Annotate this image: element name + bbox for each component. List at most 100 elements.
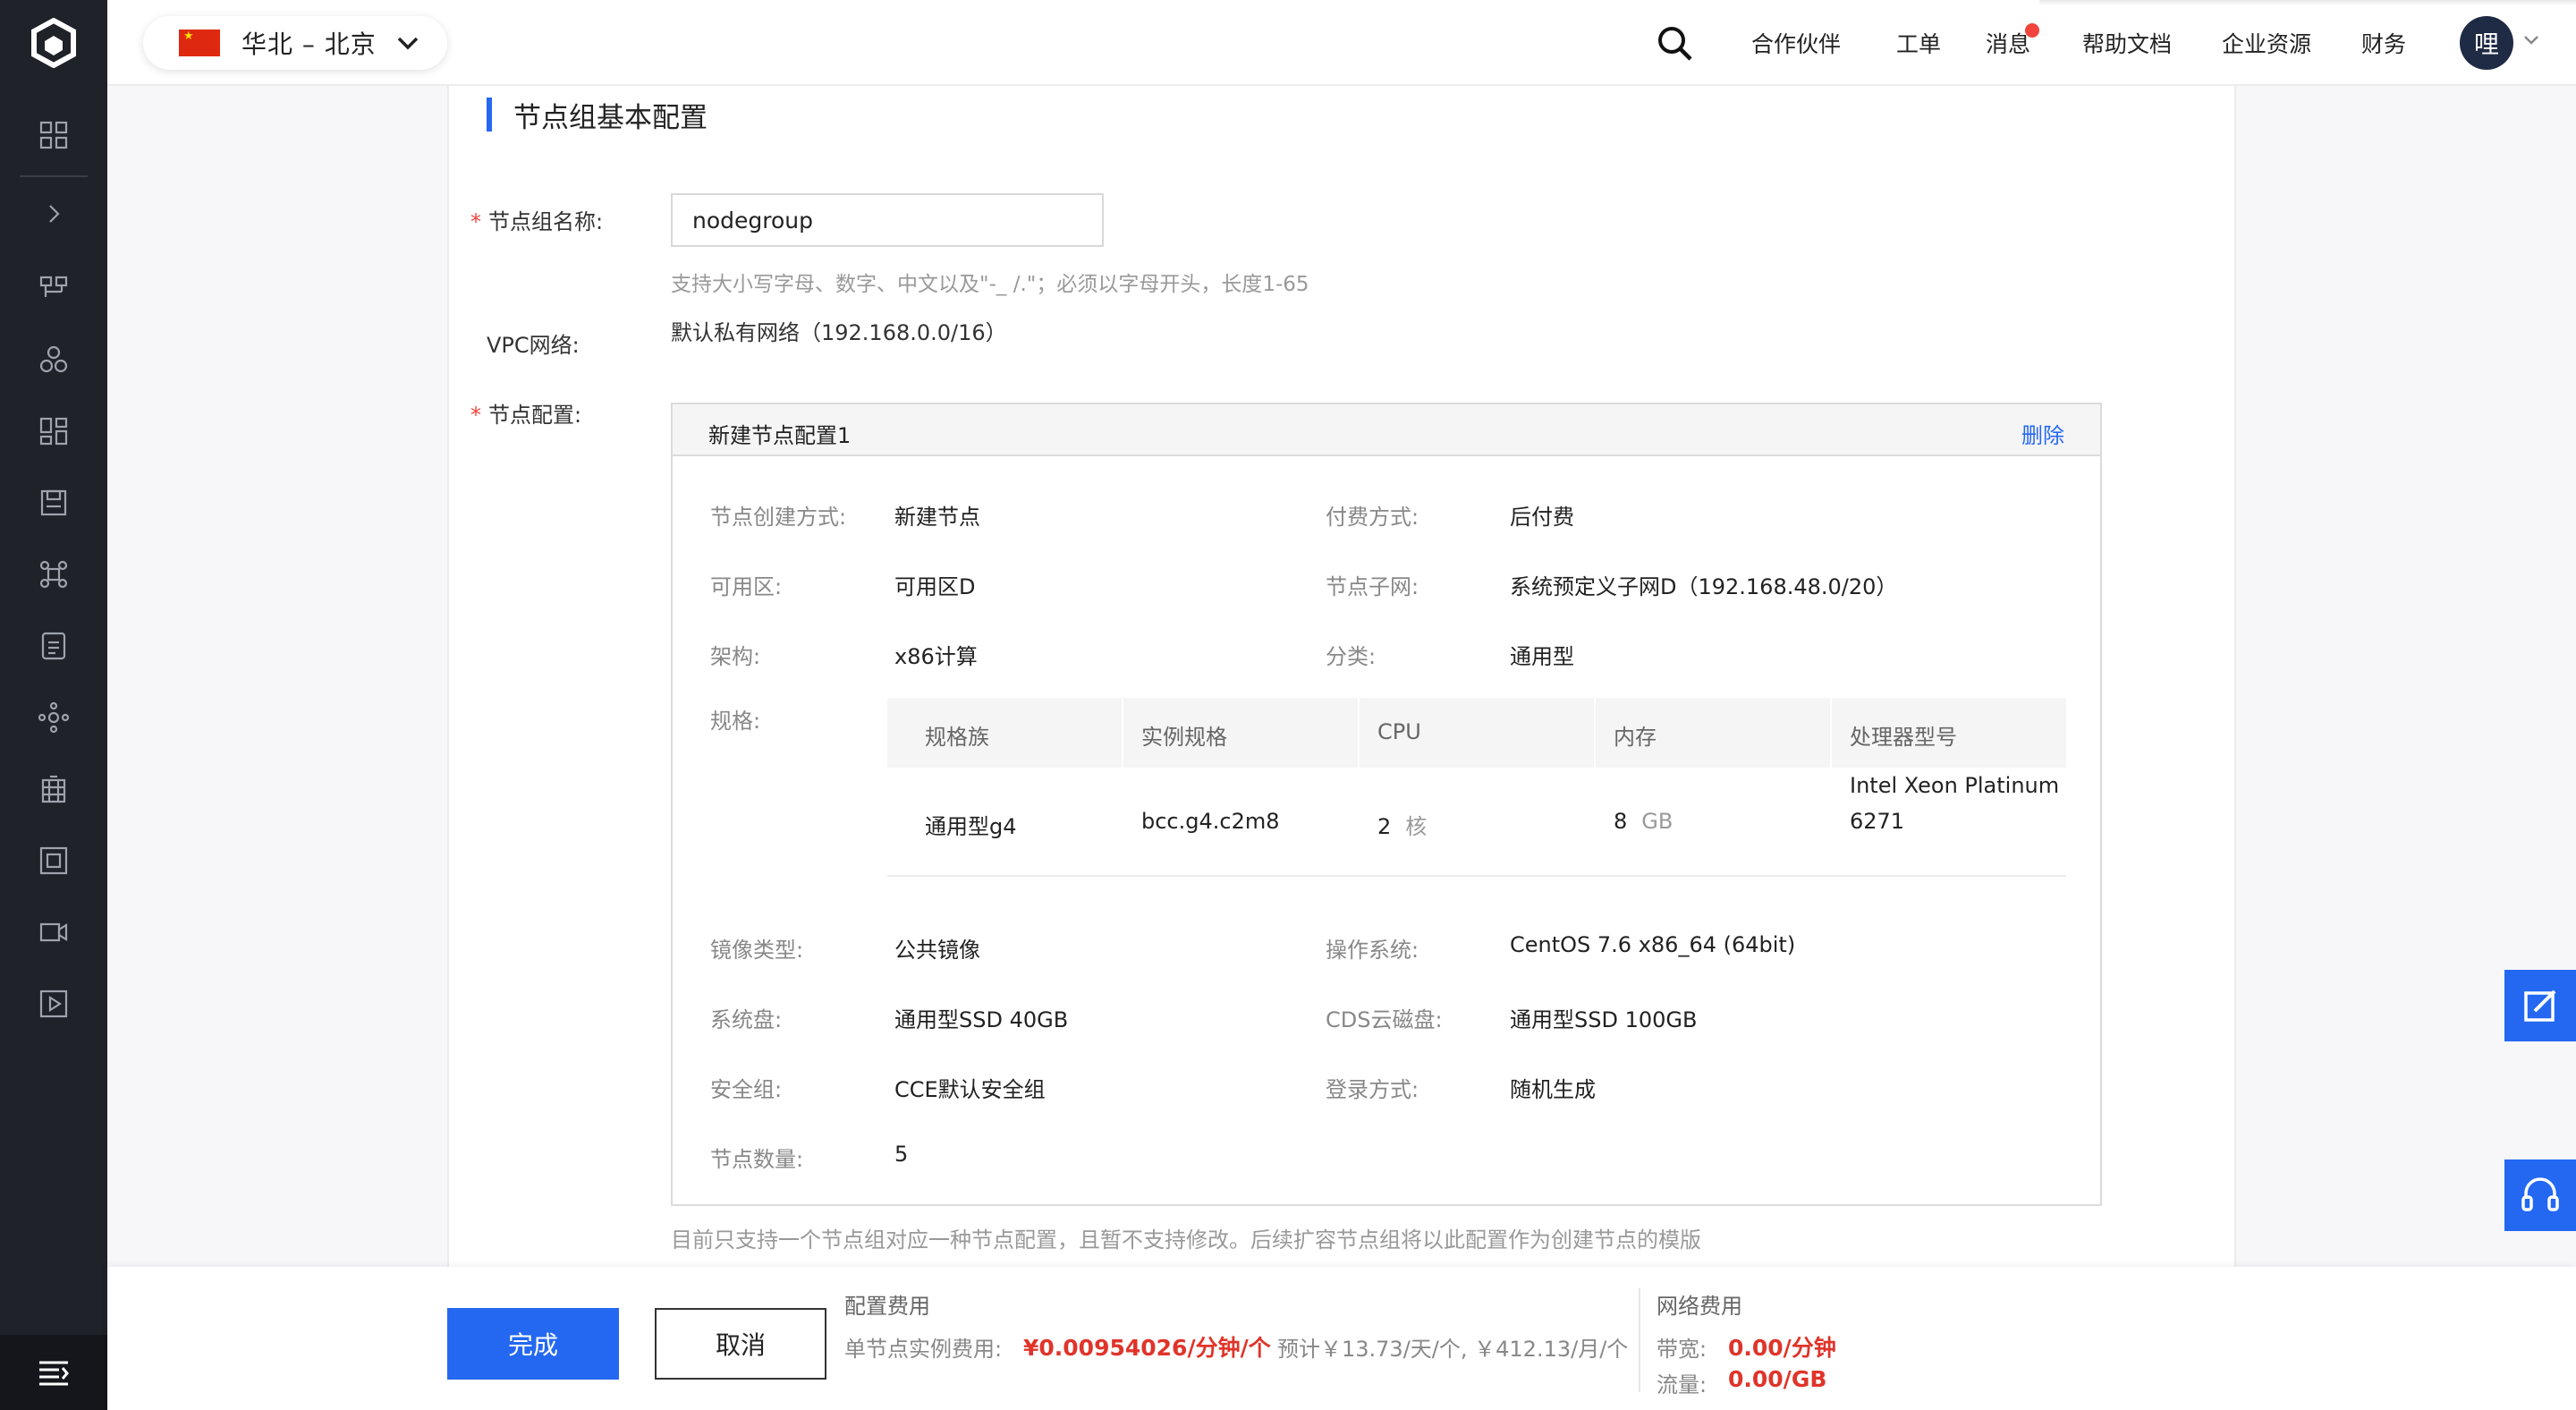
mesh-icon[interactable]	[32, 696, 75, 739]
vpc-label: VPC网络:	[487, 333, 580, 358]
logo-icon[interactable]	[0, 0, 107, 86]
cds-key: CDS云磁盘:	[1326, 1007, 1443, 1032]
count-key: 节点数量:	[710, 1147, 804, 1172]
os-value: CentOS 7.6 x86_64 (64bit)	[1510, 932, 1796, 957]
nav-partners[interactable]: 合作伙伴	[1751, 0, 1841, 86]
class-key: 分类:	[1326, 644, 1377, 669]
dashboard-icon[interactable]	[32, 114, 75, 157]
edit-icon	[2524, 990, 2556, 1022]
video-icon[interactable]	[32, 911, 75, 954]
divider	[1639, 1288, 1640, 1392]
create-mode-key: 节点创建方式:	[710, 505, 847, 530]
china-flag-icon	[179, 30, 220, 56]
apps-grid-icon[interactable]	[32, 410, 75, 453]
col-separator	[1122, 698, 1123, 768]
pay-key: 付费方式:	[1326, 505, 1419, 530]
image-value: 公共镜像	[894, 938, 980, 963]
spec-mem: 8 GB	[1614, 809, 1674, 834]
headset-icon	[2521, 1177, 2559, 1211]
create-mode-value: 新建节点	[894, 505, 980, 530]
node-config-card: 新建节点配置1 删除 节点创建方式: 新建节点 付费方式: 后付费 可用区: 可…	[671, 403, 2102, 1206]
nav-help-docs[interactable]: 帮助文档	[2082, 0, 2172, 86]
node-config-title: 新建节点配置1	[708, 423, 852, 448]
login-key: 登录方式:	[1326, 1077, 1419, 1102]
storage-icon[interactable]	[32, 481, 75, 524]
subnet-value: 系统预定义子网D（192.168.48.0/20）	[1510, 574, 1898, 599]
nav-messages[interactable]: 消息	[1986, 0, 2030, 86]
cluster-icon[interactable]	[32, 338, 75, 381]
sysdisk-key: 系统盘:	[710, 1007, 783, 1032]
subnet-key: 节点子网:	[1326, 574, 1419, 599]
nav-tickets[interactable]: 工单	[1896, 0, 1941, 86]
top-bar: 华北 – 北京 合作伙伴 工单 消息 帮助文档 企业资源 财务 哩	[107, 0, 2576, 86]
spec-cpu-model-line1: Intel Xeon Platinum	[1850, 773, 2060, 798]
node-config-header: 新建节点配置1 删除	[673, 404, 2100, 456]
search-icon[interactable]	[1655, 23, 1694, 63]
network-icon[interactable]	[32, 267, 75, 310]
bandwidth-label: 带宽:	[1657, 1337, 1707, 1362]
sidebar-divider	[20, 175, 88, 177]
login-value: 随机生成	[1510, 1077, 1596, 1102]
building-icon[interactable]	[32, 768, 75, 811]
sysdisk-value: 通用型SSD 40GB	[894, 1007, 1069, 1032]
left-sidebar	[0, 0, 107, 1410]
bandwidth-value: 0.00/分钟	[1728, 1335, 1836, 1361]
message-notification-dot	[2025, 23, 2039, 38]
col-separator	[1594, 698, 1596, 768]
cds-value: 通用型SSD 100GB	[1510, 1007, 1698, 1032]
region-label: 华北 – 北京	[242, 30, 377, 59]
avatar[interactable]: 哩	[2460, 16, 2513, 70]
nav-enterprise-resources[interactable]: 企业资源	[2222, 0, 2311, 86]
region-selector[interactable]: 华北 – 北京	[143, 16, 447, 70]
cancel-button[interactable]: 取消	[655, 1308, 826, 1380]
node-group-name-label: * 节点组名称:	[470, 209, 604, 234]
secgroup-value: CCE默认安全组	[894, 1077, 1046, 1102]
section-title: 节点组基本配置	[487, 97, 708, 134]
traffic-label: 流量:	[1657, 1372, 1707, 1397]
expand-chevron-icon[interactable]	[32, 192, 75, 235]
zone-key: 可用区:	[710, 574, 783, 599]
network-fee-title: 网络费用	[1657, 1294, 1742, 1319]
os-key: 操作系统:	[1326, 938, 1419, 963]
unit-price-label: 单节点实例费用:	[844, 1337, 1003, 1362]
nav-finance[interactable]: 财务	[2361, 0, 2406, 86]
divider	[887, 875, 2066, 877]
node-config-label: * 节点配置:	[470, 403, 582, 428]
delete-link[interactable]: 删除	[2021, 418, 2064, 449]
zone-value: 可用区D	[894, 574, 976, 599]
database-icon[interactable]	[32, 624, 75, 667]
pay-value: 后付费	[1510, 505, 1574, 530]
monitor-frame-icon[interactable]	[32, 839, 75, 882]
spec-family: 通用型g4	[925, 814, 1017, 839]
col-separator	[1830, 698, 1832, 768]
feedback-edit-button[interactable]	[2504, 970, 2576, 1041]
arch-key: 架构:	[710, 644, 761, 669]
class-value: 通用型	[1510, 644, 1574, 669]
bottom-action-bar: 完成 取消 配置费用 单节点实例费用: ¥0.00954026/分钟/个 预计￥…	[107, 1267, 2576, 1410]
chevron-down-icon	[397, 37, 419, 50]
col-separator	[1358, 698, 1360, 768]
content-panel: 节点组基本配置 *节点组名称: 支持大小写字母、数字、中文以及"-_ /."；必…	[447, 86, 2236, 1267]
node-group-name-input[interactable]	[671, 193, 1104, 247]
spec-cpu-model-line2: 6271	[1850, 809, 1905, 834]
spec-key: 规格:	[710, 709, 761, 734]
customer-service-button[interactable]	[2504, 1159, 2576, 1231]
estimate-price: 预计￥13.73/天/个, ￥412.13/月/个	[1277, 1337, 1629, 1362]
unit-price-value: ¥0.00954026/分钟/个	[1023, 1335, 1271, 1361]
count-value: 5	[894, 1142, 909, 1167]
chevron-down-icon[interactable]	[2522, 34, 2540, 47]
arch-value: x86计算	[894, 644, 978, 669]
config-fee-title: 配置费用	[844, 1294, 930, 1319]
finish-button[interactable]: 完成	[447, 1308, 619, 1380]
secgroup-key: 安全组:	[710, 1077, 783, 1102]
spec-col-family: 规格族	[925, 725, 989, 750]
config-note: 目前只支持一个节点组对应一种节点配置，且暂不支持修改。后续扩容节点组将以此配置作…	[671, 1227, 1701, 1253]
play-icon[interactable]	[32, 982, 75, 1025]
spec-col-cpu-model: 处理器型号	[1850, 725, 1957, 750]
image-key: 镜像类型:	[710, 938, 804, 963]
spec-col-instance: 实例规格	[1141, 725, 1227, 750]
spec-col-mem: 内存	[1614, 725, 1657, 750]
collapse-menu-icon[interactable]	[0, 1335, 107, 1410]
command-icon[interactable]	[32, 553, 75, 596]
name-hint: 支持大小写字母、数字、中文以及"-_ /."；必须以字母开头，长度1-65	[671, 273, 1309, 296]
